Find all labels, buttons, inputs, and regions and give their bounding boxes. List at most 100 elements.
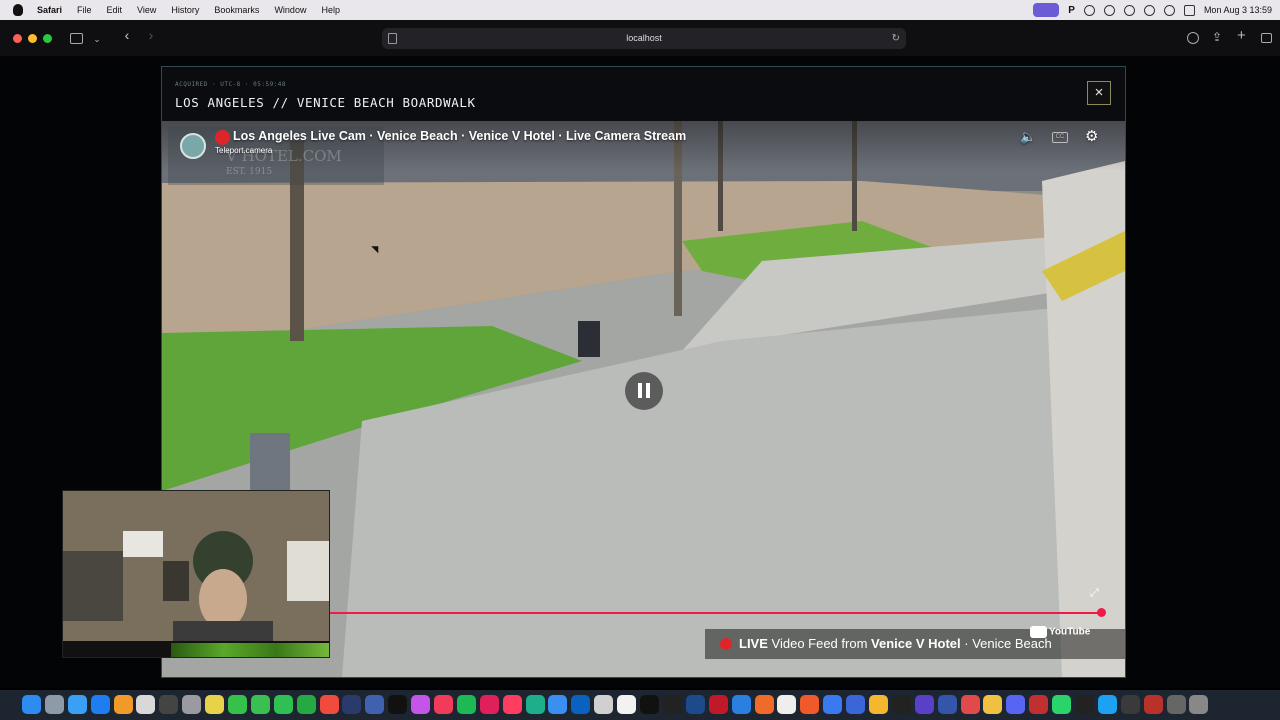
dock-app-icon[interactable] (731, 695, 751, 714)
dock-app-icon[interactable] (937, 695, 957, 714)
audio-level-bar (171, 643, 329, 657)
dock-app-icon[interactable] (502, 695, 522, 714)
dock-app-icon[interactable] (205, 695, 225, 714)
menu-view[interactable]: View (137, 5, 156, 15)
dock-app-icon[interactable] (1052, 695, 1072, 714)
play-icon[interactable] (1123, 4, 1135, 16)
close-window-button[interactable] (13, 34, 22, 43)
progress-knob[interactable] (1097, 608, 1106, 617)
dock-app-icon[interactable] (1006, 695, 1026, 714)
dock-app-icon[interactable] (342, 695, 362, 714)
dock-app-icon[interactable] (1120, 695, 1140, 714)
menu-app-safari[interactable]: Safari (37, 5, 62, 15)
forward-icon[interactable]: › (144, 28, 158, 43)
menu-bookmarks[interactable]: Bookmarks (214, 5, 259, 15)
apple-menu-icon[interactable] (13, 4, 23, 16)
sync-icon[interactable] (1103, 4, 1115, 16)
dock-app-icon[interactable] (960, 695, 980, 714)
zoom-window-button[interactable] (43, 34, 52, 43)
dock-app-icon[interactable] (113, 695, 133, 714)
dock-app-icon[interactable] (823, 695, 843, 714)
dock-app-icon[interactable] (891, 695, 911, 714)
reload-icon[interactable]: ↻ (892, 28, 900, 49)
pause-button[interactable] (625, 372, 663, 410)
dock-app-icon[interactable] (136, 695, 156, 714)
dock-app-icon[interactable] (777, 695, 797, 714)
dock-app-icon[interactable] (22, 695, 41, 714)
tab-overview-icon[interactable] (1261, 33, 1272, 43)
feed-suffix: · Venice Beach (964, 636, 1052, 651)
dock-app-icon[interactable] (90, 695, 110, 714)
close-button[interactable]: × (1087, 81, 1111, 105)
dock-app-icon[interactable] (411, 695, 431, 714)
dock-app-icon[interactable] (1143, 695, 1163, 714)
wifi-icon[interactable] (1143, 4, 1155, 16)
dock-app-icon[interactable] (228, 695, 248, 714)
dock-app-icon[interactable] (44, 695, 64, 714)
dock-app-icon[interactable] (983, 695, 1003, 714)
settings-icon[interactable]: ⚙ (1085, 127, 1098, 145)
pause-bar-right (646, 383, 650, 398)
dock-app-icon[interactable] (388, 695, 408, 714)
chevron-down-icon[interactable]: ⌄ (90, 33, 104, 47)
dock-app-icon[interactable] (914, 695, 934, 714)
dock-app-icon[interactable] (846, 695, 866, 714)
status-area: P Mon Aug 3 13:59 (1033, 0, 1272, 20)
control-center-icon[interactable] (1183, 4, 1195, 16)
search-icon[interactable] (1163, 4, 1175, 16)
feed-source: Venice V Hotel (871, 636, 961, 651)
dock-app-icon[interactable] (617, 695, 637, 714)
dock-app-icon[interactable] (479, 695, 499, 714)
dock-app-icon[interactable] (1097, 695, 1117, 714)
dock-app-icon[interactable] (273, 695, 293, 714)
minimize-window-button[interactable] (28, 34, 37, 43)
dock-app-icon[interactable] (319, 695, 339, 714)
dock-app-icon[interactable] (754, 695, 774, 714)
dock-app-icon[interactable] (594, 695, 614, 714)
dock-app-icon[interactable] (708, 695, 728, 714)
dock-app-icon[interactable] (159, 695, 179, 714)
sidebar-icon[interactable] (70, 33, 83, 44)
menu-window[interactable]: Window (274, 5, 306, 15)
vpn-icon[interactable] (1083, 4, 1095, 16)
youtube-logo[interactable]: YouTube (1030, 626, 1090, 638)
channel-name[interactable]: Teleport.camera (215, 146, 272, 155)
downloads-icon[interactable] (1187, 32, 1199, 44)
new-tab-icon[interactable]: + (1237, 27, 1246, 44)
menu-history[interactable]: History (171, 5, 199, 15)
dock-app-icon[interactable] (365, 695, 385, 714)
dock-app-icon[interactable] (685, 695, 705, 714)
dock-app-icon[interactable] (868, 695, 888, 714)
dock-app-icon[interactable] (1189, 695, 1209, 714)
screen-record-icon[interactable] (1033, 3, 1060, 17)
dock-app-icon[interactable] (182, 695, 202, 714)
dock-app-icon[interactable] (456, 695, 476, 714)
live-label: LIVE (739, 636, 768, 651)
dock-app-icon[interactable] (640, 695, 660, 714)
video-title[interactable]: Los Angeles Live Cam · Venice Beach · Ve… (233, 129, 686, 143)
dock-app-icon[interactable] (1074, 695, 1094, 714)
share-icon[interactable]: ⇪ (1212, 30, 1222, 44)
channel-avatar[interactable] (180, 133, 206, 159)
dock-app-icon[interactable] (250, 695, 270, 714)
back-icon[interactable]: ‹ (120, 28, 134, 43)
captions-icon[interactable]: CC (1052, 132, 1068, 143)
menu-edit[interactable]: Edit (107, 5, 123, 15)
dock-app-icon[interactable] (525, 695, 545, 714)
dock-app-icon[interactable] (1029, 695, 1049, 714)
dock-app-icon[interactable] (67, 695, 87, 714)
dock-app-icon[interactable] (1166, 695, 1186, 714)
dock-app-icon[interactable] (571, 695, 591, 714)
dock-app-icon[interactable] (800, 695, 820, 714)
dock-app-icon[interactable] (662, 695, 682, 714)
dock-app-icon[interactable] (548, 695, 568, 714)
address-bar[interactable]: localhost ↻ (382, 28, 906, 49)
menu-help[interactable]: Help (321, 5, 340, 15)
volume-icon[interactable]: 🔈 (1020, 129, 1036, 145)
p-icon[interactable]: P (1068, 5, 1075, 16)
clock[interactable]: Mon Aug 3 13:59 (1204, 5, 1272, 15)
fullscreen-icon[interactable]: ⤢ (1090, 587, 1099, 600)
dock-app-icon[interactable] (296, 695, 316, 714)
dock-app-icon[interactable] (434, 695, 454, 714)
menu-file[interactable]: File (77, 5, 92, 15)
